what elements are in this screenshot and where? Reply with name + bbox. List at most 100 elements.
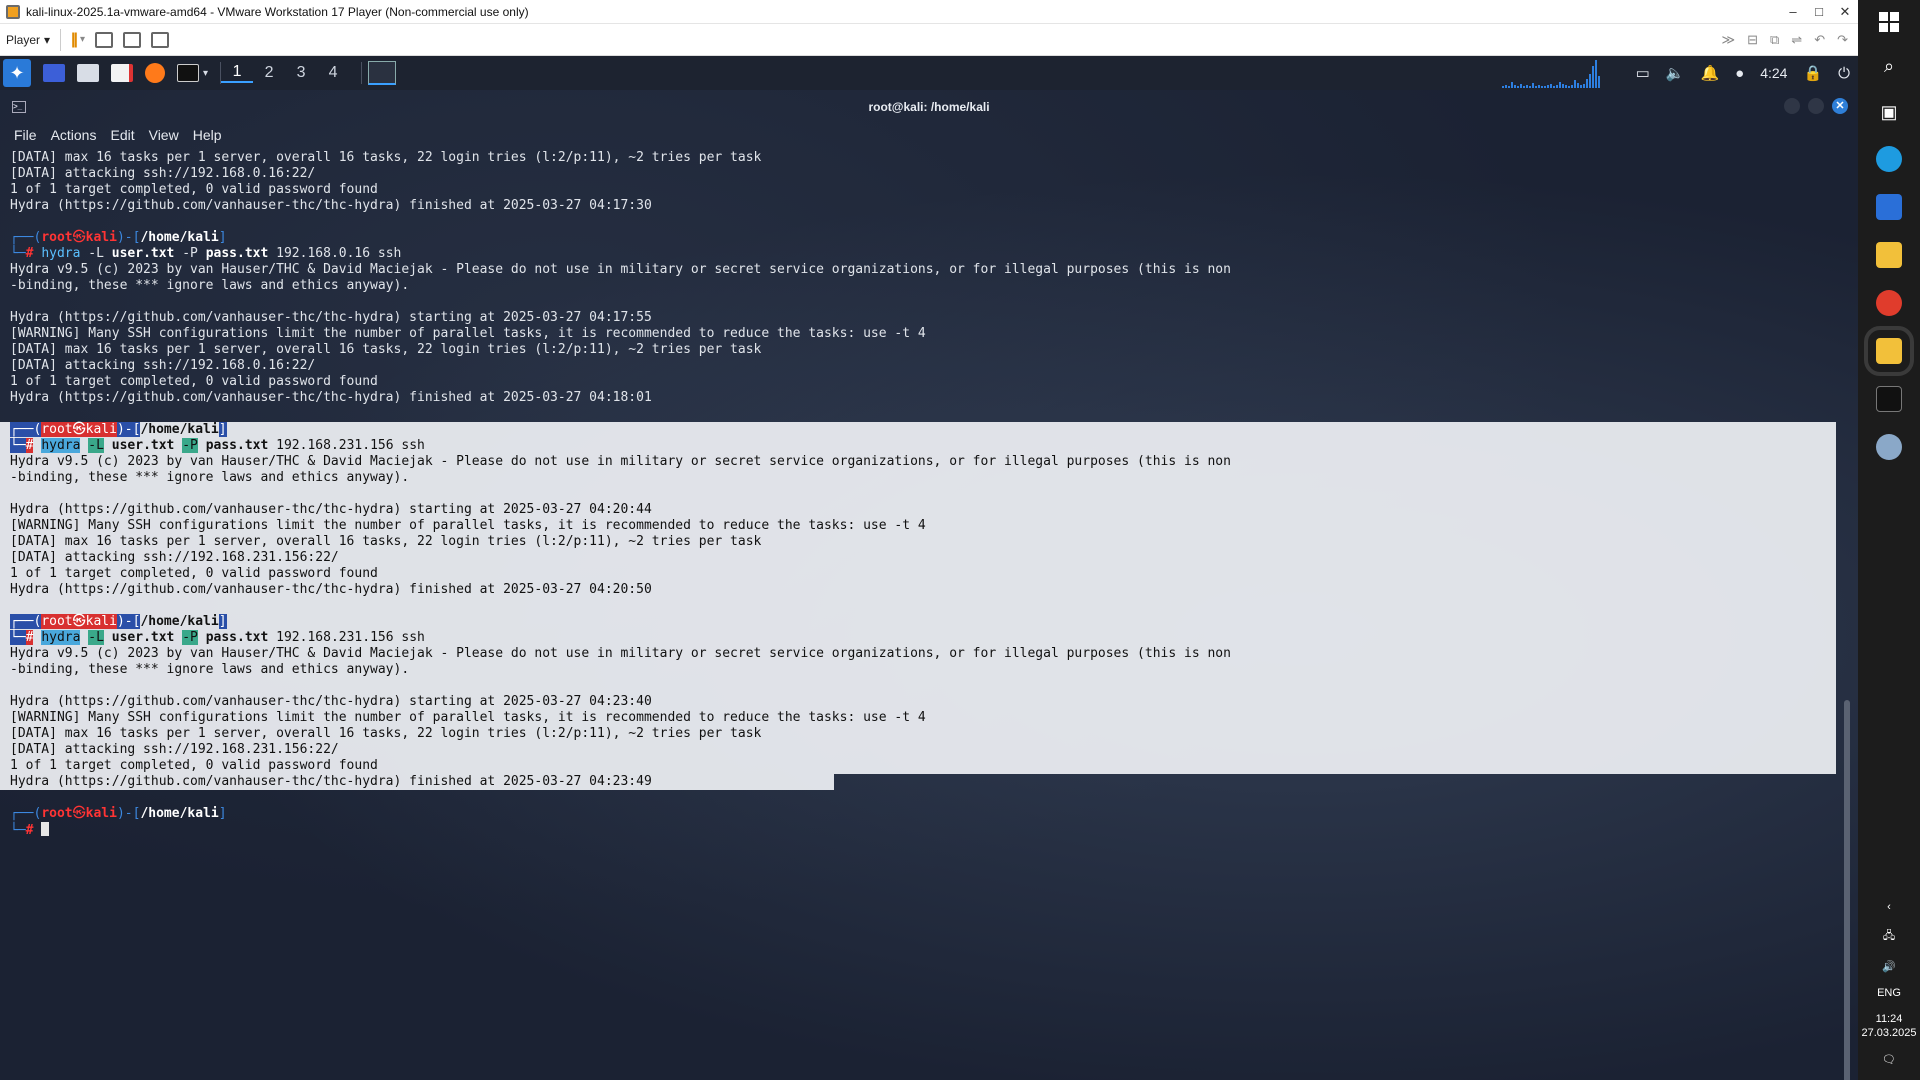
more-icon[interactable]: ≫ [1721, 32, 1735, 48]
output-line: 1 of 1 target completed, 0 valid passwor… [10, 566, 378, 581]
chevron-down-icon: ▾ [44, 32, 51, 47]
notification-icon[interactable]: 🗨 [1882, 1053, 1896, 1066]
terminal-icon: >_ [12, 101, 26, 113]
taskbar-date[interactable]: 27.03.2025 [1861, 1027, 1916, 1039]
cpu-graph [1501, 58, 1622, 88]
workspace-3[interactable]: 3 [285, 64, 317, 82]
terminal-app-icon[interactable] [1876, 386, 1902, 412]
chevron-down-icon[interactable]: ▾ [203, 68, 208, 79]
panel-clock[interactable]: 4:24 [1760, 65, 1787, 81]
chrome-icon[interactable] [1876, 290, 1902, 316]
unity-icon[interactable] [151, 31, 170, 48]
kali-top-panel: ✦ ▾ 1 2 3 4 ▭ 🔈 🔔 ● 4:24 🔒 ⏻ [0, 56, 1858, 90]
sound-device-icon[interactable]: ⇌ [1791, 32, 1802, 48]
terminal-menubar: File Actions Edit View Help [0, 124, 222, 146]
command-line: └─# hydra -L user.txt -P pass.txt 192.16… [10, 630, 425, 645]
back-icon[interactable]: ↶ [1814, 32, 1825, 48]
edge-icon[interactable] [1876, 146, 1902, 172]
send-ctrl-alt-del-icon[interactable] [95, 31, 114, 48]
chevron-left-icon[interactable]: ‹ [1887, 901, 1891, 913]
forward-icon[interactable]: ↷ [1837, 32, 1848, 48]
command-line[interactable]: └─# [10, 822, 1830, 838]
pause-dropdown-icon[interactable]: ▾ [80, 34, 85, 45]
speaker-tray-icon[interactable]: 🔊 [1882, 960, 1896, 973]
menu-file[interactable]: File [14, 127, 37, 143]
network-tray-icon[interactable]: 🖧 [1883, 927, 1895, 946]
volume-icon[interactable]: 🔈 [1666, 64, 1685, 82]
windows-start-icon[interactable] [1879, 12, 1899, 32]
terminal-output[interactable]: [DATA] max 16 tasks per 1 server, overal… [0, 150, 1836, 838]
player-menu[interactable]: Player ▾ [6, 28, 62, 51]
kali-menu-icon[interactable]: ✦ [3, 59, 31, 87]
output-line: [DATA] max 16 tasks per 1 server, overal… [10, 726, 762, 741]
output-line: Hydra (https://github.com/vanhauser-thc/… [10, 198, 652, 213]
firefox-icon[interactable] [145, 63, 165, 83]
output-line: -binding, these *** ignore laws and ethi… [10, 470, 410, 485]
misc-app-icon[interactable] [1876, 434, 1902, 460]
search-icon[interactable]: ⌕ [1877, 54, 1901, 78]
close-button[interactable]: ✕ [1832, 4, 1858, 20]
output-line: Hydra (https://github.com/vanhauser-thc/… [10, 774, 652, 789]
text-editor-icon[interactable] [111, 64, 133, 82]
player-label: Player [6, 32, 41, 47]
terminal-scrollbar[interactable] [1844, 160, 1850, 1080]
output-line: Hydra v9.5 (c) 2023 by van Hauser/THC & … [10, 262, 1231, 277]
output-line: [DATA] attacking ssh://192.168.231.156:2… [10, 550, 339, 565]
file-manager-icon[interactable] [77, 64, 99, 82]
output-line: [DATA] attacking ssh://192.168.0.16:22/ [10, 166, 316, 181]
output-line: [WARNING] Many SSH configurations limit … [10, 326, 926, 341]
menu-view[interactable]: View [149, 127, 179, 143]
network-icon[interactable]: ⧉ [1770, 32, 1779, 48]
bell-icon[interactable]: 🔔 [1700, 64, 1719, 82]
terminal-minimize-button[interactable] [1784, 98, 1800, 114]
workspace-4[interactable]: 4 [317, 64, 349, 82]
lock-icon[interactable]: 🔒 [1803, 64, 1822, 82]
output-line: -binding, these *** ignore laws and ethi… [10, 278, 410, 293]
task-view-icon[interactable]: ▣ [1877, 100, 1901, 124]
windows-taskbar: ⌕ ▣ ‹ 🖧 🔊 ENG 11:24 27.03.2025 🗨 [1858, 0, 1920, 1080]
scrollbar-thumb[interactable] [1844, 700, 1850, 1080]
terminal-maximize-button[interactable] [1808, 98, 1824, 114]
output-line: Hydra (https://github.com/vanhauser-thc/… [10, 310, 652, 325]
file-explorer-icon[interactable] [1876, 242, 1902, 268]
display-icon[interactable]: ▭ [1636, 64, 1650, 82]
fit-guest-icon[interactable] [123, 31, 142, 48]
taskbar-tray: ‹ 🖧 🔊 ENG 11:24 27.03.2025 🗨 [1858, 901, 1920, 1080]
output-line: Hydra (https://github.com/vanhauser-thc/… [10, 694, 652, 709]
minimize-button[interactable]: – [1780, 4, 1806, 20]
vmware-icon[interactable] [1864, 326, 1914, 376]
workspace-1[interactable]: 1 [221, 63, 254, 83]
output-line: 1 of 1 target completed, 0 valid passwor… [10, 374, 378, 389]
language-indicator[interactable]: ENG [1877, 987, 1901, 999]
removable-device-icon[interactable]: ⊟ [1747, 32, 1758, 48]
system-tray: ▭ 🔈 🔔 ● 4:24 🔒 ⏻ [1636, 64, 1850, 83]
output-line: [DATA] max 16 tasks per 1 server, overal… [10, 342, 762, 357]
workspace-2[interactable]: 2 [253, 64, 285, 82]
store-icon[interactable] [1876, 194, 1902, 220]
output-line: Hydra (https://github.com/vanhauser-thc/… [10, 390, 652, 405]
menu-edit[interactable]: Edit [110, 127, 134, 143]
output-line: [DATA] attacking ssh://192.168.231.156:2… [10, 742, 339, 757]
command-line: └─# hydra -L user.txt -P pass.txt 192.16… [10, 246, 402, 261]
command-line: └─# hydra -L user.txt -P pass.txt 192.16… [10, 438, 425, 453]
menu-actions[interactable]: Actions [51, 127, 97, 143]
output-line: [DATA] attacking ssh://192.168.0.16:22/ [10, 358, 316, 373]
maximize-button[interactable]: □ [1806, 4, 1832, 20]
pause-icon[interactable]: || [71, 31, 78, 49]
update-icon[interactable]: ● [1735, 65, 1744, 82]
taskbar-time[interactable]: 11:24 [1876, 1013, 1903, 1025]
taskbar-terminal-window[interactable] [368, 61, 397, 85]
output-line: Hydra (https://github.com/vanhauser-thc/… [10, 582, 652, 597]
power-icon[interactable]: ⏻ [1838, 65, 1850, 82]
output-line: 1 of 1 target completed, 0 valid passwor… [10, 182, 378, 197]
terminal-close-button[interactable]: ✕ [1832, 98, 1848, 114]
menu-help[interactable]: Help [193, 127, 222, 143]
show-desktop-icon[interactable] [43, 64, 65, 82]
terminal-launcher-icon[interactable] [177, 64, 199, 82]
output-line: [WARNING] Many SSH configurations limit … [10, 710, 926, 725]
